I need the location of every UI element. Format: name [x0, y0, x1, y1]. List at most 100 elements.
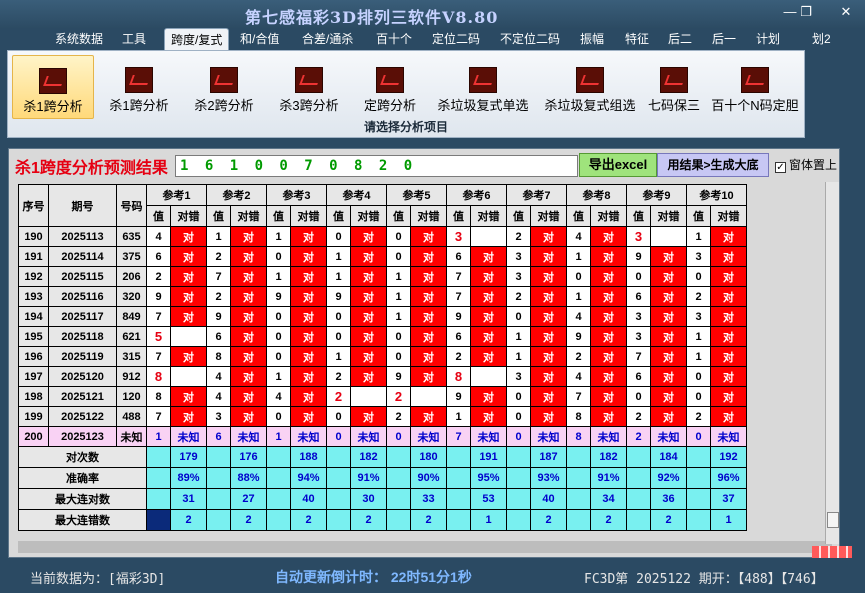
result-unknown: 未知: [650, 426, 687, 447]
table-row[interactable]: 191 2025114 375 6 对 2 对 0 对 1 对 0 对 6 对 3 对 1 对 9 对 3 对: [18, 246, 747, 267]
chart-icon: [376, 67, 404, 93]
stats-spacer: [446, 467, 471, 489]
table-row[interactable]: 192 2025115 206 2 对 7 对 1 对 1 对 1 对 7 对 3 对 0 对 0 对 0 对: [18, 266, 747, 287]
ref-value: 2: [326, 366, 351, 387]
restore-icon[interactable]: ❐: [796, 4, 816, 20]
column-subheader: 对错: [590, 205, 627, 227]
stats-spacer: [386, 446, 411, 468]
ribbon-button-5[interactable]: 杀垃圾复式单选: [431, 55, 535, 119]
menu-bar: 系统数据 工具 跨度/复式 和/合值 合差/通杀 百十个 定位二码 不定位二码 振幅 特征 后二 后一…: [0, 28, 865, 50]
pin-window-label: 窗体置上: [789, 158, 838, 172]
row-seq: 199: [18, 406, 49, 427]
checkbox-icon[interactable]: ✓: [775, 162, 786, 173]
menu-item-5[interactable]: 百十个: [376, 30, 412, 47]
ref-value: 0: [266, 406, 291, 427]
ref-value: 0: [686, 366, 711, 387]
export-excel-button[interactable]: 导出excel: [579, 153, 657, 177]
menu-item-7[interactable]: 不定位二码: [500, 30, 560, 47]
prediction-row[interactable]: 200 2025123 未知 1 未知 6 未知 1 未知 0 未知 0 未知 7 未知 0 未知 8 未知 2 未知 0…: [18, 426, 747, 447]
menu-item-4[interactable]: 合差/通杀: [302, 30, 353, 47]
menu-item-11[interactable]: 后一: [712, 30, 736, 47]
stats-spacer: [146, 509, 171, 531]
ref-value: 3: [626, 306, 651, 327]
ref-value: 1: [266, 226, 291, 247]
ribbon-button-label: 七码保三: [647, 98, 700, 113]
horizontal-scrollbar[interactable]: [18, 541, 832, 553]
ribbon-button-3[interactable]: 杀3跨分析: [268, 55, 350, 119]
menu-item-1[interactable]: 工具: [122, 30, 146, 47]
table-row[interactable]: 190 2025113 635 4 对 1 对 1 对 0 对 0 对 3 2 对 4 对 3 1 对: [18, 226, 747, 247]
result-correct: 对: [230, 346, 267, 367]
result-correct: 对: [230, 366, 267, 387]
result-correct: 对: [530, 326, 567, 347]
menu-item-13[interactable]: 划2: [812, 30, 831, 47]
stats-value: 88%: [230, 467, 267, 489]
menu-item-6[interactable]: 定位二码: [432, 30, 480, 47]
result-correct: 对: [710, 306, 747, 327]
result-correct: 对: [410, 286, 447, 307]
menu-item-12[interactable]: 计划: [756, 30, 780, 47]
menu-item-3[interactable]: 和/合值: [240, 30, 279, 47]
table-row[interactable]: 193 2025116 320 9 对 2 对 9 对 9 对 1 对 7 对 2 对 1 对 6 对 2 对: [18, 286, 747, 307]
ref-value: 9: [146, 286, 171, 307]
stats-row: 最大连对数 31 27 40 30 33 53 40 34 36 37: [18, 488, 747, 510]
column-subheader: 值: [326, 205, 351, 227]
stats-spacer: [626, 446, 651, 468]
column-subheader: 值: [446, 205, 471, 227]
chart-icon: [741, 67, 769, 93]
menu-item-9[interactable]: 特征: [625, 30, 649, 47]
menu-item-10[interactable]: 后二: [668, 30, 692, 47]
result-correct: 对: [530, 266, 567, 287]
column-subheader: 值: [386, 205, 411, 227]
stats-value: 91%: [350, 467, 387, 489]
menu-item-0[interactable]: 系统数据: [55, 30, 103, 47]
stats-spacer: [386, 467, 411, 489]
stats-spacer: [266, 509, 291, 531]
result-correct: 对: [290, 346, 327, 367]
stats-spacer: [326, 509, 351, 531]
ref-value: 0: [266, 246, 291, 267]
predicted-value: 7: [446, 426, 471, 447]
close-icon[interactable]: ✕: [836, 4, 856, 20]
ribbon-button-1[interactable]: 杀1跨分析: [98, 55, 180, 119]
ribbon-button-4[interactable]: 定跨分析: [353, 55, 427, 119]
stats-value: 40: [290, 488, 327, 510]
stats-value: 2: [170, 509, 207, 531]
menu-item-8[interactable]: 振幅: [580, 30, 604, 47]
table-row[interactable]: 196 2025119 315 7 对 8 对 0 对 1 对 0 对 2 对 1 对 2 对 7 对 1 对: [18, 346, 747, 367]
generate-base-button[interactable]: 用结果>生成大底: [657, 153, 769, 177]
column-header: 期号: [48, 184, 117, 227]
result-correct: 对: [230, 306, 267, 327]
table-row[interactable]: 195 2025118 621 5 6 对 0 对 0 对 0 对 6 对 1 对 9 对 3 对 1 对: [18, 326, 747, 347]
ribbon-button-6[interactable]: 杀垃圾复式组选: [538, 55, 642, 119]
ribbon-button-2[interactable]: 杀2跨分析: [183, 55, 265, 119]
stats-label: 最大连错数: [18, 509, 147, 531]
ref-value: 7: [146, 346, 171, 367]
ribbon-button-7[interactable]: 七码保三: [643, 55, 705, 119]
vertical-scrollbar[interactable]: [825, 182, 839, 544]
ref-value: 4: [266, 386, 291, 407]
table-row[interactable]: 197 2025120 912 8 4 对 1 对 2 对 9 对 8 3 对 4 对 6 对 0 对: [18, 366, 747, 387]
result-correct: 对: [650, 246, 687, 267]
column-header-ref: 参考5: [386, 184, 447, 206]
ref-value: 0: [686, 386, 711, 407]
scroll-thumb[interactable]: [827, 512, 839, 528]
ref-value: 2: [206, 246, 231, 267]
table-row[interactable]: 199 2025122 488 7 对 3 对 0 对 0 对 2 对 1 对 0 对 8 对 2 对 2 对: [18, 406, 747, 427]
result-wrong: [470, 226, 507, 247]
row-period: 2025114: [48, 246, 117, 267]
stats-spacer: [506, 488, 531, 510]
result-correct: 对: [350, 246, 387, 267]
menu-item-2[interactable]: 跨度/复式: [164, 28, 230, 50]
table-row[interactable]: 198 2025121 120 8 对 4 对 4 对 2 2 9 对 0 对 7 对 0 对 0 对: [18, 386, 747, 407]
table-row[interactable]: 194 2025117 849 7 对 9 对 0 对 0 对 1 对 9 对 0 对 4 对 3 对 3 对: [18, 306, 747, 327]
ribbon-button-label: 杀1跨分析: [23, 99, 83, 114]
chart-icon: [39, 68, 67, 94]
result-correct: 对: [350, 346, 387, 367]
ribbon-button-0[interactable]: 杀1跨分析: [12, 55, 94, 119]
ribbon-button-8[interactable]: 百十个N码定胆: [708, 55, 802, 119]
prediction-field[interactable]: 1 6 1 0 0 7 0 8 2 0: [175, 155, 578, 177]
row-period: 2025119: [48, 346, 117, 367]
progress-indicator: [812, 546, 852, 558]
pin-window-checkbox[interactable]: ✓ 窗体置上: [775, 156, 837, 173]
